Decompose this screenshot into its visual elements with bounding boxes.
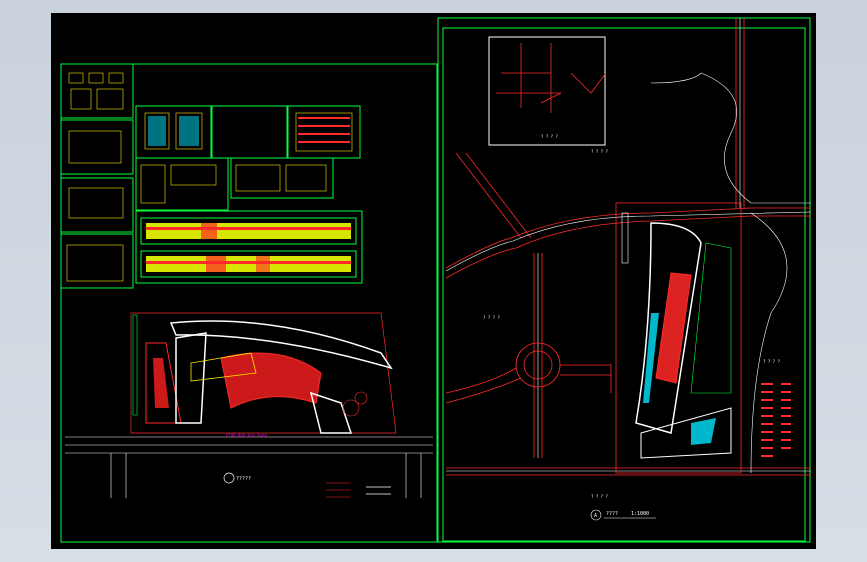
left-plan-road-label: CCAD Bbb Aaa Aaaa (226, 433, 268, 438)
bottom-label: ? ? ? ? (591, 494, 608, 499)
north-label: A (594, 513, 597, 519)
cad-drawing-canvas[interactable]: CCAD Bbb Aaa Aaaa ????? ? ? ? ? ? ? ? ? … (51, 13, 816, 549)
elevation-strips (140, 217, 357, 278)
location-inset (488, 36, 606, 146)
inset-title: ? ? ? ? (541, 134, 558, 139)
left-plan-title: ????? (236, 476, 251, 482)
right-site-plan: ? ? ? ? ? ? ? ? ? ? ? ? ? ? ? ? ? ? ? ? … (445, 18, 812, 521)
site-plan-title: ???? (606, 511, 618, 517)
right-label-3: ? ? ? ? (763, 359, 780, 364)
viewport-frame: CCAD Bbb Aaa Aaaa ????? ? ? ? ? ? ? ? ? … (0, 0, 867, 562)
cad-drawing: CCAD Bbb Aaa Aaaa ????? ? ? ? ? ? ? ? ? … (60, 17, 812, 543)
thumbnail-sheets (60, 63, 363, 289)
left-sheet-border (60, 63, 438, 543)
right-sheet-border (437, 17, 811, 543)
site-plan-scale: 1:1000 (631, 511, 649, 517)
right-label-1: ? ? ? ? (591, 149, 608, 154)
right-label-2: ? ? ? ? (483, 315, 500, 320)
left-site-plan: CCAD Bbb Aaa Aaaa ????? (65, 312, 433, 498)
